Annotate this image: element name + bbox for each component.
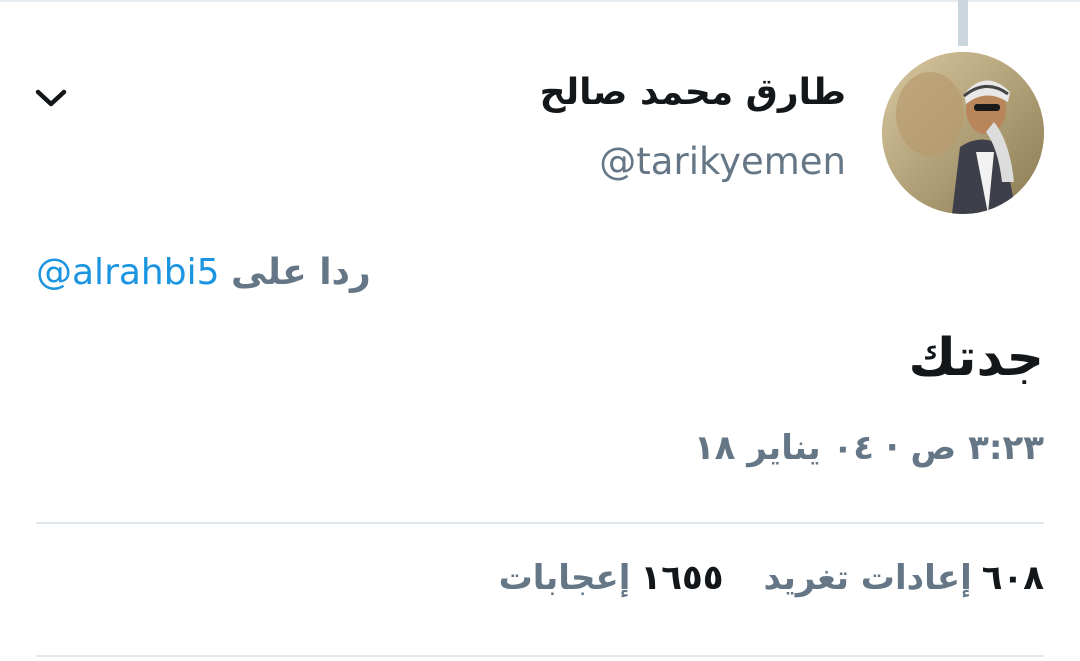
likes-count: ١٦٥٥	[640, 558, 724, 598]
tweet-timestamp[interactable]: ٣:٢٣ ص · ٠٤ يناير ١٨	[694, 428, 1044, 468]
reply-context: ردا على @alrahbi5	[36, 252, 371, 293]
divider	[36, 522, 1044, 524]
likes-label: إعجابات	[498, 558, 631, 598]
thread-connector-line	[958, 0, 968, 46]
tweet-text: جدتك	[908, 328, 1044, 388]
retweets-count: ٦٠٨	[981, 558, 1044, 598]
user-handle[interactable]: @tarikyemen	[599, 140, 846, 183]
reply-to-handle-link[interactable]: @alrahbi5	[36, 252, 220, 293]
avatar-image	[882, 52, 1044, 214]
display-name[interactable]: طارق محمد صالح	[540, 72, 846, 113]
retweets-label: إعادات تغريد	[763, 558, 972, 598]
tweet-stats: ٦٠٨ إعادات تغريد ١٦٥٥ إعجابات	[499, 558, 1044, 598]
divider	[36, 655, 1044, 657]
avatar[interactable]	[882, 52, 1044, 214]
chevron-down-icon[interactable]	[30, 80, 72, 116]
top-divider	[0, 0, 1080, 2]
retweets-stat[interactable]: ٦٠٨ إعادات تغريد	[763, 558, 1044, 598]
likes-stat[interactable]: ١٦٥٥ إعجابات	[499, 558, 724, 598]
reply-prefix-label: ردا على	[230, 252, 371, 293]
